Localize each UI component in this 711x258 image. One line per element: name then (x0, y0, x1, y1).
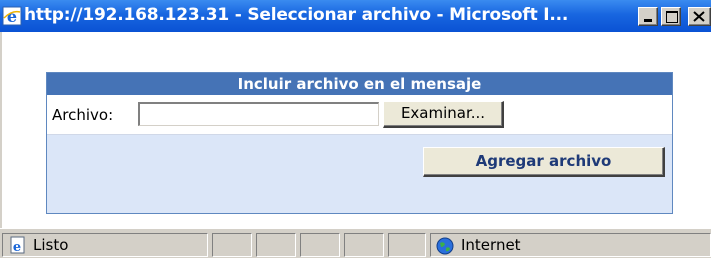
maximize-button[interactable] (661, 7, 681, 26)
file-path-input[interactable] (138, 102, 379, 126)
status-segment (344, 233, 384, 257)
attach-file-panel: Incluir archivo en el mensaje Archivo: E… (46, 72, 673, 214)
title-bar[interactable]: e http://192.168.123.31 - Seleccionar ar… (0, 0, 711, 32)
globe-icon (435, 236, 455, 258)
ie-icon: e (2, 6, 22, 26)
status-panel: e Listo (2, 233, 208, 257)
status-segment (256, 233, 296, 257)
status-segment (212, 233, 252, 257)
status-segment (300, 233, 340, 257)
file-label: Archivo: (52, 106, 114, 124)
status-text: Listo (33, 236, 69, 254)
close-button[interactable] (688, 7, 711, 26)
panel-title: Incluir archivo en el mensaje (47, 73, 672, 95)
minimize-button[interactable] (638, 7, 658, 26)
status-bar: e Listo Internet (0, 228, 711, 258)
add-file-button[interactable]: Agregar archivo (423, 147, 665, 177)
browse-button[interactable]: Examinar... (383, 101, 504, 128)
status-segment (388, 233, 426, 257)
page-content: Incluir archivo en el mensaje Archivo: E… (0, 32, 711, 228)
security-zone[interactable]: Internet (430, 233, 711, 257)
window-title: http://192.168.123.31 - Seleccionar arch… (24, 5, 569, 25)
svg-text:e: e (7, 7, 17, 26)
file-row: Archivo: Examinar... (47, 95, 672, 135)
zone-text: Internet (461, 236, 521, 254)
close-icon (693, 11, 705, 22)
page-icon: e (8, 236, 28, 258)
svg-text:e: e (13, 240, 21, 255)
